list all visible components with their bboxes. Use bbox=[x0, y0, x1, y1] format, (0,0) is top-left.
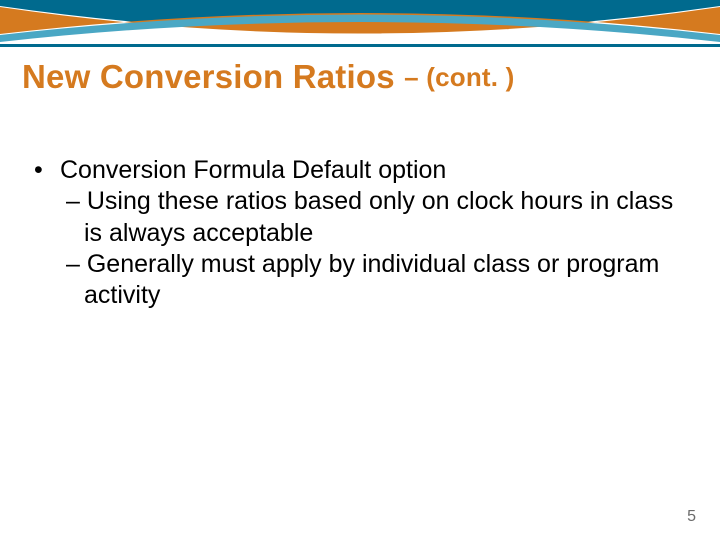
header-banner bbox=[0, 0, 720, 52]
bullet-item: • Conversion Formula Default option bbox=[34, 155, 690, 186]
title-main: New Conversion Ratios bbox=[22, 58, 404, 95]
slide-title: New Conversion Ratios – (cont. ) bbox=[22, 58, 698, 96]
slide-body: • Conversion Formula Default option – Us… bbox=[34, 155, 690, 311]
sub-item-1: – Using these ratios based only on clock… bbox=[66, 186, 690, 249]
title-cont: – (cont. ) bbox=[404, 62, 514, 92]
bullet-text: Conversion Formula Default option bbox=[60, 155, 446, 186]
sub-item-2: – Generally must apply by individual cla… bbox=[66, 249, 690, 312]
banner-swoosh bbox=[0, 0, 720, 52]
bullet-mark: • bbox=[34, 155, 60, 186]
page-number: 5 bbox=[687, 508, 696, 526]
